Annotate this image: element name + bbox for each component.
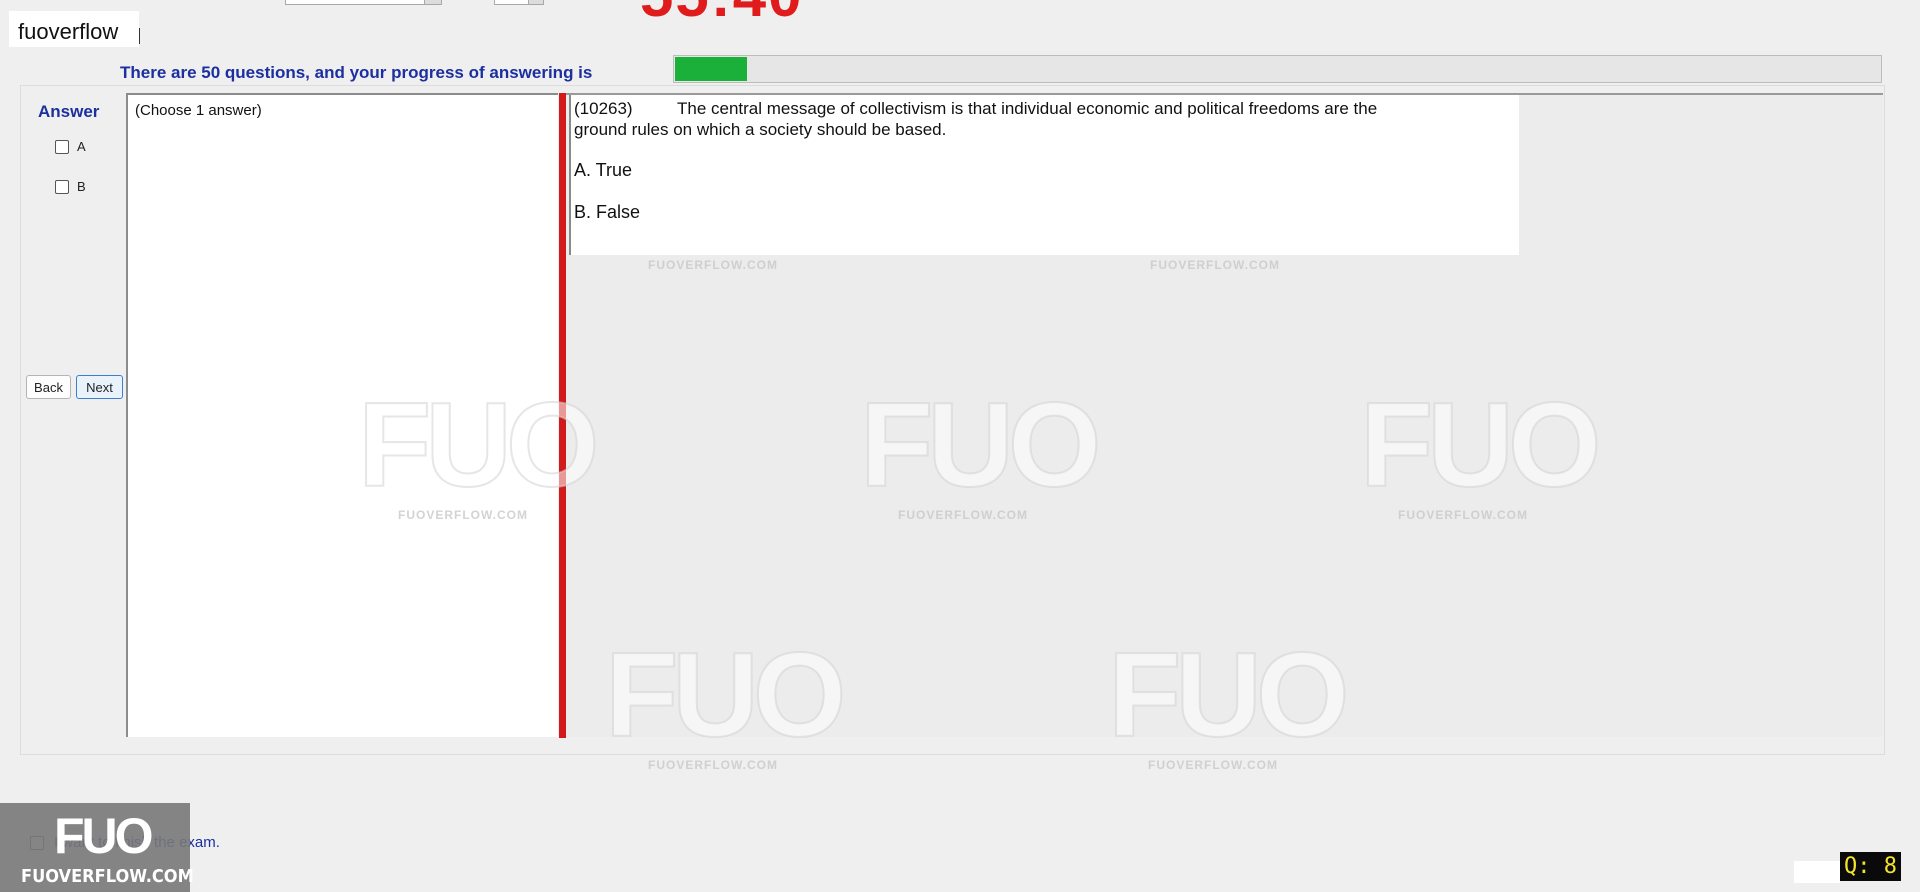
countdown-timer: 55:40 (640, 0, 803, 26)
progress-label: There are 50 questions, and your progres… (120, 63, 593, 82)
status-box (1794, 861, 1840, 883)
brand-tag: fuoverflow (9, 11, 140, 47)
watermark-text: FUOVERFLOW.COM (1150, 258, 1280, 272)
question-box (569, 95, 1519, 255)
brand-tag-text: fuoverflow (18, 19, 119, 44)
progress-fill (675, 57, 748, 81)
next-button[interactable]: Next (76, 375, 123, 399)
watermark: FUO (1107, 628, 1350, 762)
logo-text: FUOVERFLOW.COM (21, 866, 194, 887)
watermark-text: FUOVERFLOW.COM (648, 258, 778, 272)
checkbox-b[interactable] (55, 179, 69, 194)
question-text-line1: The central message of collectivism is t… (677, 99, 1378, 118)
answer-option-a[interactable]: A (55, 139, 86, 154)
instruction-text: (Choose 1 answer) (135, 102, 262, 119)
answer-option-b[interactable]: B (55, 179, 86, 194)
text-caret (139, 28, 140, 44)
answer-option-a-label: A (77, 139, 86, 154)
question-id: (10263) (574, 99, 633, 118)
question-option-b: B. False (574, 202, 641, 222)
font-size-combo[interactable] (494, 0, 544, 5)
back-button[interactable]: Back (26, 375, 71, 399)
answer-label: Answer (38, 102, 100, 121)
question-text-line2: ground rules on which a society should b… (574, 120, 947, 139)
watermark-text: FUOVERFLOW.COM (1398, 508, 1528, 522)
chevron-down-icon[interactable] (424, 0, 441, 4)
question-option-a: A. True (574, 160, 633, 180)
watermark: FUO (604, 628, 847, 762)
progress-bar (673, 55, 1882, 83)
logo-mark: FUO (54, 808, 154, 864)
chevron-down-icon[interactable] (528, 0, 543, 4)
watermark-text: FUOVERFLOW.COM (898, 508, 1028, 522)
watermark: FUO (357, 378, 600, 512)
exam-code-combo[interactable] (285, 0, 442, 5)
checkbox-a[interactable] (55, 139, 69, 154)
watermark-text: FUOVERFLOW.COM (1148, 758, 1278, 772)
question-number-badge: Q: 8 (1840, 852, 1901, 881)
fuoverflow-logo: FUO FUOVERFLOW.COM (0, 803, 194, 892)
watermark: FUO (1359, 378, 1602, 512)
watermark-text: FUOVERFLOW.COM (648, 758, 778, 772)
watermark: FUO (859, 378, 1102, 512)
answer-option-b-label: B (77, 179, 86, 194)
watermark-text: FUOVERFLOW.COM (398, 508, 528, 522)
